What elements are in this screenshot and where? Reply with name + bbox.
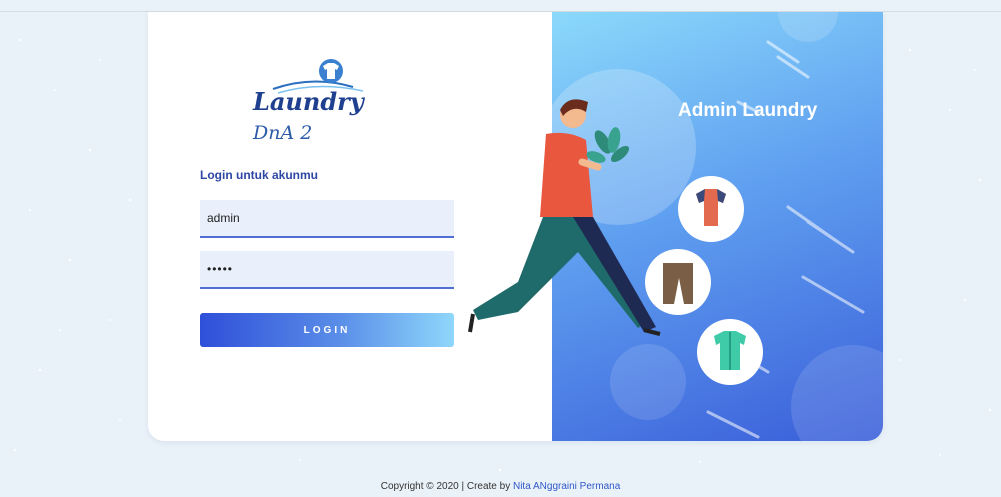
login-card: Laundry DnA 2 Login untuk akunmu LOGIN [148, 12, 883, 441]
copyright-text: Copyright © 2020 | Create by [380, 481, 513, 492]
footer: Copyright © 2020 | Create by Nita ANggra… [0, 481, 1001, 492]
hero-title: Admin Laundry [678, 100, 818, 121]
pants-icon [645, 249, 711, 315]
t-shirt-icon [678, 176, 744, 242]
hero-illustration [468, 12, 883, 441]
shirt-icon [697, 319, 763, 385]
author-link[interactable]: Nita ANggraini Permana [513, 481, 620, 492]
